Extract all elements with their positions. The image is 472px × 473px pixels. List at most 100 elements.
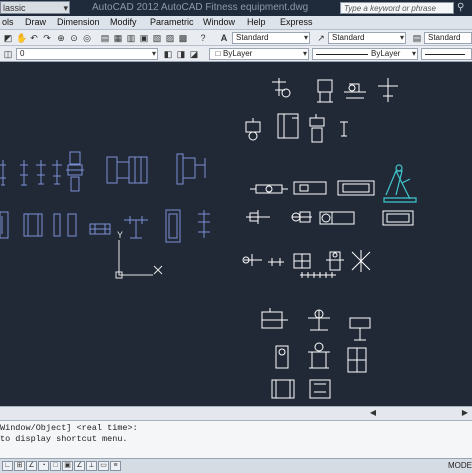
layer-states-icon[interactable]: ◪ [189, 49, 199, 59]
blue-block-13 [124, 216, 148, 239]
menu-draw[interactable]: Draw [25, 17, 46, 27]
equipment-blocks-left [0, 151, 210, 243]
white-block-1 [272, 78, 291, 98]
white-block-28 [271, 379, 295, 399]
dim-style-select[interactable]: Standard ▾ [328, 32, 406, 44]
zoom-window-icon[interactable]: ⊙ [69, 33, 79, 43]
help-icon[interactable]: ? [198, 33, 208, 43]
redo-icon[interactable]: ↷ [42, 33, 52, 43]
color-value: ByLayer [223, 49, 253, 58]
layer-value: 0 [20, 49, 25, 58]
table-style-value: Standard [428, 33, 461, 42]
white-block-19 [300, 272, 336, 278]
selected-treadmill-block[interactable] [383, 164, 417, 203]
color-select[interactable]: □ ByLayer ▾ [209, 48, 309, 60]
drawing-canvas[interactable]: Y [0, 62, 472, 406]
command-line[interactable]: Window/Object] <real time>: to display s… [0, 420, 472, 459]
scroll-right-icon[interactable]: ▶ [460, 408, 470, 418]
text-style-icon[interactable]: A [219, 33, 229, 43]
linetype-sample [316, 54, 368, 55]
table-style-icon[interactable]: ▤ [412, 33, 422, 43]
drawing-svg[interactable]: Y [0, 62, 472, 406]
make-current-icon[interactable]: ◧ [163, 49, 173, 59]
dim-style-icon[interactable]: ↗ [316, 33, 326, 43]
ortho-mode-icon[interactable]: ∠ [26, 461, 37, 471]
command-history-line: to display shortcut menu. [0, 434, 128, 444]
ucs-y-label: Y [117, 230, 123, 240]
chevron-down-icon: ▾ [399, 33, 404, 42]
grid-display-icon[interactable]: ⊞ [14, 461, 25, 471]
white-block-9 [250, 184, 288, 194]
markup-icon[interactable]: ▧ [152, 33, 162, 43]
white-block-10 [293, 181, 327, 195]
white-block-27 [347, 347, 367, 373]
zoom-previous-icon[interactable]: ◎ [82, 33, 92, 43]
layer-icon[interactable]: ◫ [3, 49, 13, 59]
menu-parametric[interactable]: Parametric [150, 17, 194, 27]
pan-icon[interactable]: ✋ [16, 33, 27, 43]
calculator-icon[interactable]: ▨ [165, 33, 175, 43]
blue-block-12 [89, 223, 111, 235]
3d-object-snap-icon[interactable]: ▣ [62, 461, 73, 471]
zoom-realtime-icon[interactable]: ⊕ [56, 33, 66, 43]
layer-select[interactable]: 0 ▾ [16, 48, 158, 60]
white-block-18 [293, 253, 311, 269]
tool-palettes-icon[interactable]: ▥ [126, 33, 136, 43]
ucs-icon [115, 240, 163, 279]
white-block-16 [242, 254, 262, 266]
blue-block-3 [36, 160, 46, 185]
menu-help[interactable]: Help [247, 17, 266, 27]
workspace-label: lassic [3, 3, 26, 13]
white-block-25 [275, 345, 289, 369]
properties-icon[interactable]: ▤ [100, 33, 110, 43]
white-block-24 [349, 317, 371, 341]
match-properties-icon[interactable]: ◩ [3, 33, 13, 43]
polar-tracking-icon[interactable]: ◔ [38, 461, 49, 471]
undo-icon[interactable]: ↶ [29, 33, 39, 43]
object-snap-icon[interactable]: □ [50, 461, 61, 471]
white-block-3 [344, 83, 366, 99]
quick-calc-icon[interactable]: ▩ [178, 33, 188, 43]
layer-previous-icon[interactable]: ◨ [176, 49, 186, 59]
linetype-select[interactable]: ByLayer ▾ [312, 48, 418, 60]
blue-block-2 [20, 160, 28, 186]
workspace-switcher[interactable]: lassic ▾ [0, 1, 70, 14]
layers-toolbar: ◫ 0 ▾ ◧ ◨ ◪ □ ByLayer ▾ ByLayer ▾ [0, 46, 472, 62]
dim-style-value: Standard [332, 33, 365, 42]
search-input[interactable]: Type a keyword or phrase [340, 2, 454, 14]
white-block-26 [308, 342, 330, 369]
menu-dimension[interactable]: Dimension [57, 17, 100, 27]
white-block-22 [261, 308, 288, 329]
blue-block-11 [67, 213, 77, 237]
snap-mode-icon[interactable]: ∟ [2, 461, 13, 471]
text-style-select[interactable]: Standard ▾ [232, 32, 310, 44]
dynamic-input-icon[interactable]: ▭ [98, 461, 109, 471]
model-space-button[interactable]: MODE [448, 461, 472, 470]
chevron-down-icon: ▾ [63, 3, 68, 13]
dynamic-ucs-icon[interactable]: ⟂ [86, 461, 97, 471]
horizontal-scrollbar[interactable]: ◀ ▶ [0, 406, 472, 420]
status-bar: ∟ ⊞ ∠ ◔ □ ▣ ∠ ⟂ ▭ ≡ MODE [0, 458, 472, 473]
lineweight-select[interactable] [421, 48, 472, 60]
white-block-4 [378, 78, 398, 102]
white-block-14 [319, 211, 355, 225]
white-block-11 [337, 180, 375, 196]
menu-window[interactable]: Window [203, 17, 235, 27]
blue-block-14 [165, 209, 181, 243]
search-icon[interactable]: ⚲ [457, 2, 464, 13]
object-snap-tracking-icon[interactable]: ∠ [74, 461, 85, 471]
white-block-5 [245, 118, 261, 141]
lineweight-toggle-icon[interactable]: ≡ [110, 461, 121, 471]
blue-block-6 [106, 156, 148, 184]
lineweight-sample [425, 54, 465, 55]
table-style-select[interactable]: Standard [424, 32, 472, 44]
white-block-12 [246, 210, 270, 224]
design-center-icon[interactable]: ▦ [113, 33, 123, 43]
menu-express[interactable]: Express [280, 17, 313, 27]
menu-modify[interactable]: Modify [110, 17, 137, 27]
command-history-line: Window/Object] <real time>: [0, 423, 138, 433]
sheet-set-icon[interactable]: ▣ [139, 33, 149, 43]
menu-tools[interactable]: ols [2, 17, 14, 27]
window-title: AutoCAD 2012 AutoCAD Fitness equipment.d… [92, 2, 309, 13]
scroll-left-icon[interactable]: ◀ [368, 408, 378, 418]
